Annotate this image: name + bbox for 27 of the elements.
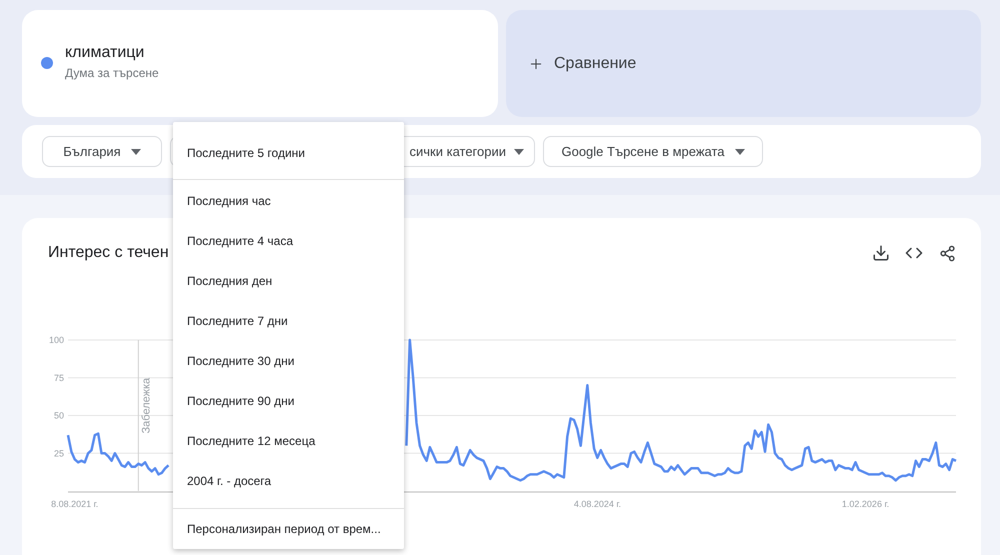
caret-icon — [514, 148, 524, 154]
menu-item[interactable]: Последния ден — [173, 261, 404, 302]
menu-item[interactable]: 2004 г. - досега — [173, 461, 404, 502]
menu-item[interactable]: Последните 90 дни — [173, 381, 404, 422]
term-type-label: Дума за търсене — [65, 66, 159, 80]
annotation-label: Забележка — [140, 378, 152, 434]
x-tick-label: 8.08.2021 г. — [51, 499, 98, 509]
caret-icon — [734, 148, 745, 154]
menu-item[interactable]: Последния час — [173, 181, 404, 222]
filter-dropdown[interactable]: България — [42, 136, 162, 167]
y-tick-label: 25 — [54, 448, 64, 458]
menu-item[interactable]: Последните 30 дни — [173, 341, 404, 382]
menu-item[interactable]: Последните 12 месеца — [173, 421, 404, 462]
y-tick-label: 75 — [54, 372, 64, 383]
menu-item[interactable]: Последните 4 часа — [173, 221, 404, 262]
search-term: климатици — [65, 44, 146, 62]
custom-range-item[interactable]: Персонализиран период от врем... — [173, 508, 404, 549]
x-tick-label: 1.02.2026 г. — [842, 499, 890, 509]
caret-icon — [130, 148, 141, 154]
x-tick-label: 4.08.2024 г. — [574, 499, 622, 509]
y-tick-label: 100 — [48, 335, 64, 345]
chart-title: Интерес с течен — [48, 244, 169, 262]
filter-dropdown[interactable]: Google Търсене в мрежата — [543, 136, 763, 167]
y-tick-label: 50 — [54, 410, 64, 420]
menu-item[interactable]: Последните 7 дни — [173, 301, 404, 342]
compare-button[interactable]: Сравнение — [506, 10, 981, 117]
download-icon[interactable] — [871, 243, 891, 263]
